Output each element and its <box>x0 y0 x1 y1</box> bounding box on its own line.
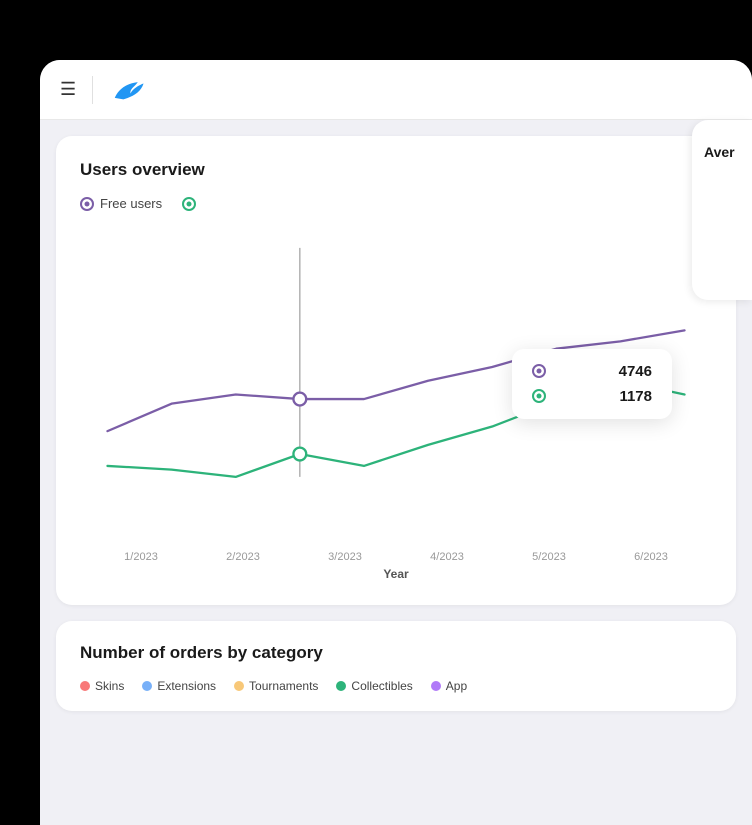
legend-dot-green <box>182 197 196 211</box>
purple-crosshair-dot <box>293 393 306 406</box>
chart-tooltip: 4746 1178 <box>512 349 672 419</box>
x-label-2: 2/2023 <box>226 551 260 563</box>
label-extensions: Extensions <box>157 679 216 693</box>
tooltip-row-green: 1178 <box>532 388 652 405</box>
legend-app: App <box>431 679 467 693</box>
users-overview-title: Users overview <box>80 160 712 180</box>
tooltip-value-purple: 4746 <box>619 363 652 380</box>
label-app: App <box>446 679 467 693</box>
legend-collectibles: Collectibles <box>336 679 412 693</box>
label-tournaments: Tournaments <box>249 679 318 693</box>
navbar: ☰ <box>40 60 752 120</box>
tooltip-dot-green <box>532 389 546 403</box>
tooltip-dot-purple <box>532 364 546 378</box>
green-crosshair-dot <box>293 448 306 461</box>
legend-free-users: Free users <box>80 196 162 211</box>
nav-divider <box>92 76 93 104</box>
x-axis-labels: 1/2023 2/2023 3/2023 4/2023 5/2023 6/202… <box>80 551 712 563</box>
legend-skins: Skins <box>80 679 124 693</box>
orders-card-title: Number of orders by category <box>80 643 712 663</box>
x-label-3: 3/2023 <box>328 551 362 563</box>
legend-dot-purple <box>80 197 94 211</box>
line-chart: 4746 1178 <box>80 227 712 547</box>
logo-icon <box>109 76 145 104</box>
chart-legend: Free users <box>80 196 712 211</box>
x-label-5: 5/2023 <box>532 551 566 563</box>
x-label-1: 1/2023 <box>124 551 158 563</box>
x-label-6: 6/2023 <box>634 551 668 563</box>
dot-extensions <box>142 681 152 691</box>
dot-skins <box>80 681 90 691</box>
x-label-4: 4/2023 <box>430 551 464 563</box>
label-collectibles: Collectibles <box>351 679 412 693</box>
tooltip-row-purple: 4746 <box>532 363 652 380</box>
label-skins: Skins <box>95 679 124 693</box>
legend-tournaments: Tournaments <box>234 679 318 693</box>
dot-app <box>431 681 441 691</box>
legend-free-users-label: Free users <box>100 196 162 211</box>
category-legend: Skins Extensions Tournaments Collectible… <box>80 679 712 693</box>
right-card-title-partial: Aver <box>704 144 735 160</box>
users-overview-card: Users overview Free users <box>56 136 736 605</box>
dot-tournaments <box>234 681 244 691</box>
x-axis-title: Year <box>80 567 712 581</box>
legend-paid-users <box>182 197 196 211</box>
orders-by-category-card: Number of orders by category Skins Exten… <box>56 621 736 711</box>
dot-collectibles <box>336 681 346 691</box>
tooltip-value-green: 1178 <box>619 388 652 405</box>
hamburger-icon[interactable]: ☰ <box>60 79 76 100</box>
main-content: Users overview Free users <box>40 120 752 825</box>
legend-extensions: Extensions <box>142 679 216 693</box>
